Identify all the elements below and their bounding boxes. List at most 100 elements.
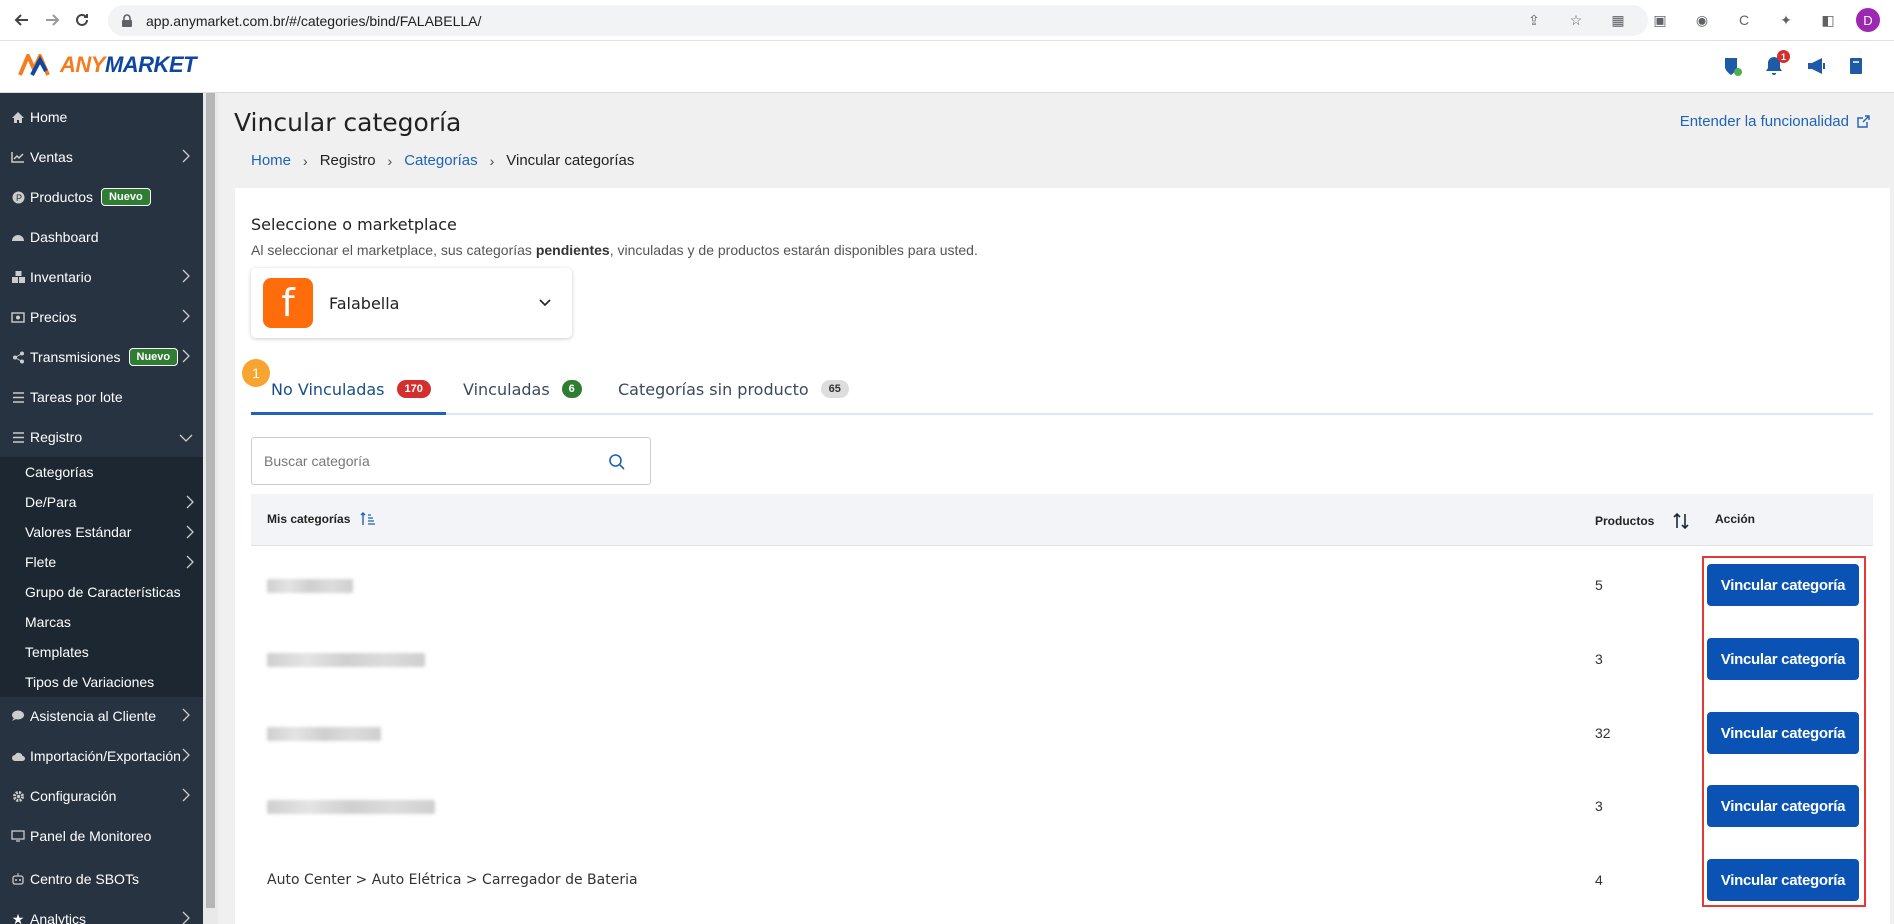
marketplace-description: Al seleccionar el marketplace, sus categ… [251,242,978,258]
tab-label: No Vinculadas [271,379,385,399]
submenu-item-de-para[interactable]: De/Para [25,487,195,517]
cubes-icon [10,270,26,284]
bookmark-star-icon[interactable]: ☆ [1562,6,1590,34]
submenu-item-grupo-caracteristicas[interactable]: Grupo de Características [25,577,195,607]
submenu-label: Templates [25,644,89,660]
list-icon [10,390,26,404]
sidebar-item-panel-monitoreo[interactable]: Panel de Monitoreo [0,816,203,856]
breadcrumb-home[interactable]: Home [251,152,291,169]
extension-icon[interactable]: ▦ [1604,6,1632,34]
help-link[interactable]: Entender la funcionalidad [1680,113,1870,130]
sidebar-item-registro[interactable]: Registro [0,417,203,457]
count-badge: 6 [561,380,582,398]
picture-in-picture-icon[interactable]: ▣ [1646,6,1674,34]
sort-both-icon[interactable] [1672,512,1690,530]
sidebar-item-label: Dashboard [30,229,99,245]
desc-bold: pendientes [535,242,610,258]
sidebar-item-productos[interactable]: P Productos Nuevo [0,177,203,217]
back-icon[interactable] [8,6,36,34]
sidebar-item-configuracion[interactable]: Configuración [0,776,203,816]
breadcrumb: Home › Registro › Categorías › Vincular … [251,152,634,169]
product-count: 4 [1595,872,1603,888]
extension-c-icon[interactable]: C [1730,6,1758,34]
sidebar-item-home[interactable]: Home [0,97,203,137]
breadcrumb-categorias[interactable]: Categorías [404,152,477,169]
submenu-item-tipos-variaciones[interactable]: Tipos de Variaciones [25,667,195,697]
search-input[interactable] [264,453,604,469]
sidebar-item-centro-sbots[interactable]: Centro de SBOTs [0,859,203,899]
address-bar[interactable]: app.anymarket.com.br/#/categories/bind/F… [108,5,1648,36]
chevron-right-icon [186,555,194,569]
shield-status-icon[interactable] [1722,55,1742,77]
external-link-icon [1857,115,1870,128]
submenu-item-marcas[interactable]: Marcas [25,607,195,637]
active-tab-indicator [251,412,446,415]
sidebar-item-label: Home [30,109,68,125]
tab-categorias-sin-producto[interactable]: Categorías sin producto 65 [618,363,849,415]
robot-icon [10,872,26,886]
puzzle-icon[interactable]: ✦ [1772,6,1800,34]
megaphone-icon[interactable] [1806,55,1826,77]
share-icon[interactable]: ⇪ [1520,6,1548,34]
submenu-item-categorias[interactable]: Categorías [25,457,195,487]
category-path: Auto Center > Auto Elétrica > Carregador… [267,872,638,888]
sidebar-item-tareas-por-lote[interactable]: Tareas por lote [0,377,203,417]
sidepanel-icon[interactable]: ◧ [1814,6,1842,34]
new-badge: Nuevo [128,348,179,366]
forward-icon[interactable] [38,6,66,34]
table-row: 32 Vincular categoría [251,697,1873,771]
sort-asc-icon[interactable] [360,512,376,526]
sidebar-item-label: Configuración [30,788,117,804]
scrollbar-thumb[interactable] [206,93,215,908]
tab-no-vinculadas[interactable]: No Vinculadas 170 [271,363,431,415]
notification-count-badge: 1 [1777,50,1790,63]
sidebar-item-asistencia[interactable]: Asistencia al Cliente [0,696,203,736]
camera-icon[interactable]: ◉ [1688,6,1716,34]
notification-bell-icon[interactable]: 1 [1764,50,1790,77]
search-icon[interactable] [608,453,626,471]
home-icon [10,110,26,124]
share-icon [10,350,26,364]
help-link-label: Entender la funcionalidad [1679,113,1849,130]
chevron-right-icon [182,309,190,323]
profile-avatar[interactable]: D [1856,8,1880,32]
tab-vinculadas[interactable]: Vinculadas 6 [463,363,582,415]
submenu-item-templates[interactable]: Templates [25,637,195,667]
column-header-accion: Acción [1715,512,1755,526]
sidebar-item-ventas[interactable]: Ventas [0,137,203,177]
cloud-icon [10,749,26,763]
logo-mark-icon [18,54,50,76]
sidebar-item-label: Centro de SBOTs [30,871,139,887]
sidebar-item-importacion[interactable]: Importación/Exportación [0,736,203,776]
monitor-icon [10,829,26,843]
desc-prefix: Al seleccionar el marketplace, sus categ… [251,242,536,258]
submenu-item-flete[interactable]: Flete [25,547,195,577]
sidebar-item-label: Importación/Exportación [30,748,181,764]
sidebar-item-dashboard[interactable]: Dashboard [0,217,203,257]
highlight-annotation-box [1702,556,1866,907]
sidebar-item-label: Asistencia al Cliente [30,708,157,724]
submenu-item-valores-estandar[interactable]: Valores Estándar [25,517,195,547]
tab-label: Categorías sin producto [618,379,809,399]
marketplace-select[interactable]: f Falabella [251,268,572,338]
anymarket-logo[interactable]: ANYMARKET [18,52,197,78]
sidebar: Home Ventas P Productos Nuevo Dashboard … [0,93,203,924]
sidebar-item-precios[interactable]: Precios [0,297,203,337]
sidebar-scrollbar[interactable] [203,93,218,924]
column-header-productos[interactable]: Productos [1595,512,1690,530]
redacted-category [267,727,381,741]
page-title: Vincular categoría [234,108,462,137]
marketplace-title: Seleccione o marketplace [251,215,457,234]
reload-icon[interactable] [68,6,96,34]
star-icon: ★ [11,910,25,924]
column-header-categorias[interactable]: Mis categorías [267,512,376,526]
sidebar-item-inventario[interactable]: Inventario [0,257,203,297]
book-icon[interactable] [1848,55,1868,77]
sidebar-item-transmisiones[interactable]: Transmisiones Nuevo [0,337,203,377]
sidebar-item-label: Productos [30,189,94,205]
redacted-category [267,653,425,667]
sidebar-item-label: Analytics [30,911,87,924]
redacted-category [267,579,353,593]
marketplace-selected-name: Falabella [329,293,400,313]
sidebar-item-analytics[interactable]: ★ Analytics [0,899,203,924]
